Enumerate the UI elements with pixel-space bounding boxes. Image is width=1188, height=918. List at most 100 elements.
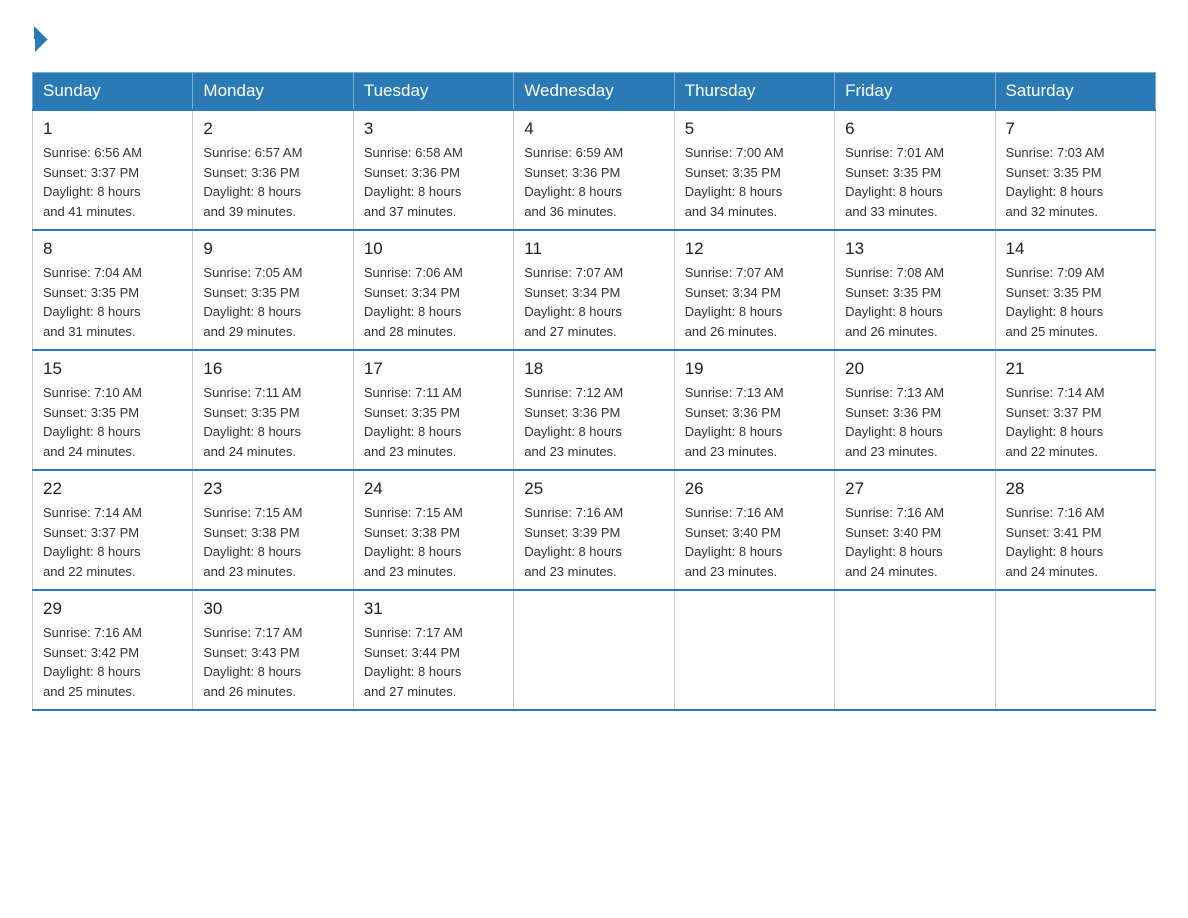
day-number: 9 xyxy=(203,239,342,259)
calendar-day-cell: 30 Sunrise: 7:17 AMSunset: 3:43 PMDaylig… xyxy=(193,590,353,710)
calendar-day-cell xyxy=(514,590,674,710)
calendar-day-cell: 9 Sunrise: 7:05 AMSunset: 3:35 PMDayligh… xyxy=(193,230,353,350)
day-info: Sunrise: 7:16 AMSunset: 3:39 PMDaylight:… xyxy=(524,503,663,581)
calendar-day-cell: 13 Sunrise: 7:08 AMSunset: 3:35 PMDaylig… xyxy=(835,230,995,350)
day-info: Sunrise: 7:16 AMSunset: 3:41 PMDaylight:… xyxy=(1006,503,1145,581)
day-info: Sunrise: 7:16 AMSunset: 3:40 PMDaylight:… xyxy=(685,503,824,581)
day-info: Sunrise: 7:16 AMSunset: 3:40 PMDaylight:… xyxy=(845,503,984,581)
calendar-day-cell: 2 Sunrise: 6:57 AMSunset: 3:36 PMDayligh… xyxy=(193,110,353,230)
day-number: 20 xyxy=(845,359,984,379)
day-info: Sunrise: 7:14 AMSunset: 3:37 PMDaylight:… xyxy=(43,503,182,581)
day-number: 19 xyxy=(685,359,824,379)
day-info: Sunrise: 7:13 AMSunset: 3:36 PMDaylight:… xyxy=(685,383,824,461)
calendar-day-cell: 26 Sunrise: 7:16 AMSunset: 3:40 PMDaylig… xyxy=(674,470,834,590)
calendar-week-row: 15 Sunrise: 7:10 AMSunset: 3:35 PMDaylig… xyxy=(33,350,1156,470)
calendar-table: SundayMondayTuesdayWednesdayThursdayFrid… xyxy=(32,72,1156,711)
day-info: Sunrise: 7:01 AMSunset: 3:35 PMDaylight:… xyxy=(845,143,984,221)
calendar-day-cell xyxy=(674,590,834,710)
day-info: Sunrise: 7:09 AMSunset: 3:35 PMDaylight:… xyxy=(1006,263,1145,341)
day-info: Sunrise: 7:15 AMSunset: 3:38 PMDaylight:… xyxy=(364,503,503,581)
day-number: 4 xyxy=(524,119,663,139)
day-number: 23 xyxy=(203,479,342,499)
calendar-day-cell: 10 Sunrise: 7:06 AMSunset: 3:34 PMDaylig… xyxy=(353,230,513,350)
day-info: Sunrise: 7:07 AMSunset: 3:34 PMDaylight:… xyxy=(524,263,663,341)
calendar-day-cell: 25 Sunrise: 7:16 AMSunset: 3:39 PMDaylig… xyxy=(514,470,674,590)
calendar-day-cell: 17 Sunrise: 7:11 AMSunset: 3:35 PMDaylig… xyxy=(353,350,513,470)
calendar-day-cell xyxy=(835,590,995,710)
weekday-header-friday: Friday xyxy=(835,73,995,111)
calendar-week-row: 1 Sunrise: 6:56 AMSunset: 3:37 PMDayligh… xyxy=(33,110,1156,230)
day-info: Sunrise: 7:14 AMSunset: 3:37 PMDaylight:… xyxy=(1006,383,1145,461)
calendar-day-cell: 6 Sunrise: 7:01 AMSunset: 3:35 PMDayligh… xyxy=(835,110,995,230)
weekday-header-wednesday: Wednesday xyxy=(514,73,674,111)
calendar-day-cell: 21 Sunrise: 7:14 AMSunset: 3:37 PMDaylig… xyxy=(995,350,1155,470)
day-number: 14 xyxy=(1006,239,1145,259)
day-info: Sunrise: 6:57 AMSunset: 3:36 PMDaylight:… xyxy=(203,143,342,221)
day-number: 8 xyxy=(43,239,182,259)
day-info: Sunrise: 7:03 AMSunset: 3:35 PMDaylight:… xyxy=(1006,143,1145,221)
day-number: 15 xyxy=(43,359,182,379)
calendar-day-cell: 23 Sunrise: 7:15 AMSunset: 3:38 PMDaylig… xyxy=(193,470,353,590)
calendar-day-cell: 22 Sunrise: 7:14 AMSunset: 3:37 PMDaylig… xyxy=(33,470,193,590)
calendar-day-cell: 4 Sunrise: 6:59 AMSunset: 3:36 PMDayligh… xyxy=(514,110,674,230)
day-number: 18 xyxy=(524,359,663,379)
calendar-week-row: 8 Sunrise: 7:04 AMSunset: 3:35 PMDayligh… xyxy=(33,230,1156,350)
calendar-day-cell: 18 Sunrise: 7:12 AMSunset: 3:36 PMDaylig… xyxy=(514,350,674,470)
weekday-header-thursday: Thursday xyxy=(674,73,834,111)
day-info: Sunrise: 7:00 AMSunset: 3:35 PMDaylight:… xyxy=(685,143,824,221)
calendar-day-cell: 14 Sunrise: 7:09 AMSunset: 3:35 PMDaylig… xyxy=(995,230,1155,350)
day-number: 13 xyxy=(845,239,984,259)
day-number: 29 xyxy=(43,599,182,619)
calendar-day-cell: 3 Sunrise: 6:58 AMSunset: 3:36 PMDayligh… xyxy=(353,110,513,230)
day-number: 5 xyxy=(685,119,824,139)
day-info: Sunrise: 7:07 AMSunset: 3:34 PMDaylight:… xyxy=(685,263,824,341)
calendar-day-cell: 15 Sunrise: 7:10 AMSunset: 3:35 PMDaylig… xyxy=(33,350,193,470)
day-info: Sunrise: 6:56 AMSunset: 3:37 PMDaylight:… xyxy=(43,143,182,221)
weekday-header-monday: Monday xyxy=(193,73,353,111)
calendar-day-cell: 11 Sunrise: 7:07 AMSunset: 3:34 PMDaylig… xyxy=(514,230,674,350)
day-number: 1 xyxy=(43,119,182,139)
day-info: Sunrise: 7:15 AMSunset: 3:38 PMDaylight:… xyxy=(203,503,342,581)
calendar-day-cell: 16 Sunrise: 7:11 AMSunset: 3:35 PMDaylig… xyxy=(193,350,353,470)
day-number: 30 xyxy=(203,599,342,619)
weekday-header-row: SundayMondayTuesdayWednesdayThursdayFrid… xyxy=(33,73,1156,111)
day-info: Sunrise: 7:05 AMSunset: 3:35 PMDaylight:… xyxy=(203,263,342,341)
day-info: Sunrise: 6:58 AMSunset: 3:36 PMDaylight:… xyxy=(364,143,503,221)
day-number: 12 xyxy=(685,239,824,259)
day-info: Sunrise: 7:11 AMSunset: 3:35 PMDaylight:… xyxy=(364,383,503,461)
calendar-day-cell: 28 Sunrise: 7:16 AMSunset: 3:41 PMDaylig… xyxy=(995,470,1155,590)
page-header xyxy=(32,24,1156,54)
calendar-day-cell: 31 Sunrise: 7:17 AMSunset: 3:44 PMDaylig… xyxy=(353,590,513,710)
day-info: Sunrise: 7:16 AMSunset: 3:42 PMDaylight:… xyxy=(43,623,182,701)
day-number: 27 xyxy=(845,479,984,499)
day-info: Sunrise: 7:17 AMSunset: 3:43 PMDaylight:… xyxy=(203,623,342,701)
day-info: Sunrise: 7:13 AMSunset: 3:36 PMDaylight:… xyxy=(845,383,984,461)
calendar-day-cell: 1 Sunrise: 6:56 AMSunset: 3:37 PMDayligh… xyxy=(33,110,193,230)
day-number: 26 xyxy=(685,479,824,499)
day-number: 22 xyxy=(43,479,182,499)
day-info: Sunrise: 7:17 AMSunset: 3:44 PMDaylight:… xyxy=(364,623,503,701)
day-number: 24 xyxy=(364,479,503,499)
day-info: Sunrise: 6:59 AMSunset: 3:36 PMDaylight:… xyxy=(524,143,663,221)
calendar-day-cell: 5 Sunrise: 7:00 AMSunset: 3:35 PMDayligh… xyxy=(674,110,834,230)
calendar-day-cell xyxy=(995,590,1155,710)
day-number: 16 xyxy=(203,359,342,379)
calendar-day-cell: 29 Sunrise: 7:16 AMSunset: 3:42 PMDaylig… xyxy=(33,590,193,710)
day-number: 25 xyxy=(524,479,663,499)
day-number: 21 xyxy=(1006,359,1145,379)
day-number: 2 xyxy=(203,119,342,139)
calendar-day-cell: 12 Sunrise: 7:07 AMSunset: 3:34 PMDaylig… xyxy=(674,230,834,350)
calendar-day-cell: 24 Sunrise: 7:15 AMSunset: 3:38 PMDaylig… xyxy=(353,470,513,590)
day-info: Sunrise: 7:12 AMSunset: 3:36 PMDaylight:… xyxy=(524,383,663,461)
logo xyxy=(32,24,48,54)
day-number: 10 xyxy=(364,239,503,259)
day-number: 3 xyxy=(364,119,503,139)
day-info: Sunrise: 7:10 AMSunset: 3:35 PMDaylight:… xyxy=(43,383,182,461)
calendar-day-cell: 19 Sunrise: 7:13 AMSunset: 3:36 PMDaylig… xyxy=(674,350,834,470)
day-number: 11 xyxy=(524,239,663,259)
weekday-header-sunday: Sunday xyxy=(33,73,193,111)
calendar-week-row: 29 Sunrise: 7:16 AMSunset: 3:42 PMDaylig… xyxy=(33,590,1156,710)
weekday-header-saturday: Saturday xyxy=(995,73,1155,111)
day-number: 7 xyxy=(1006,119,1145,139)
calendar-week-row: 22 Sunrise: 7:14 AMSunset: 3:37 PMDaylig… xyxy=(33,470,1156,590)
